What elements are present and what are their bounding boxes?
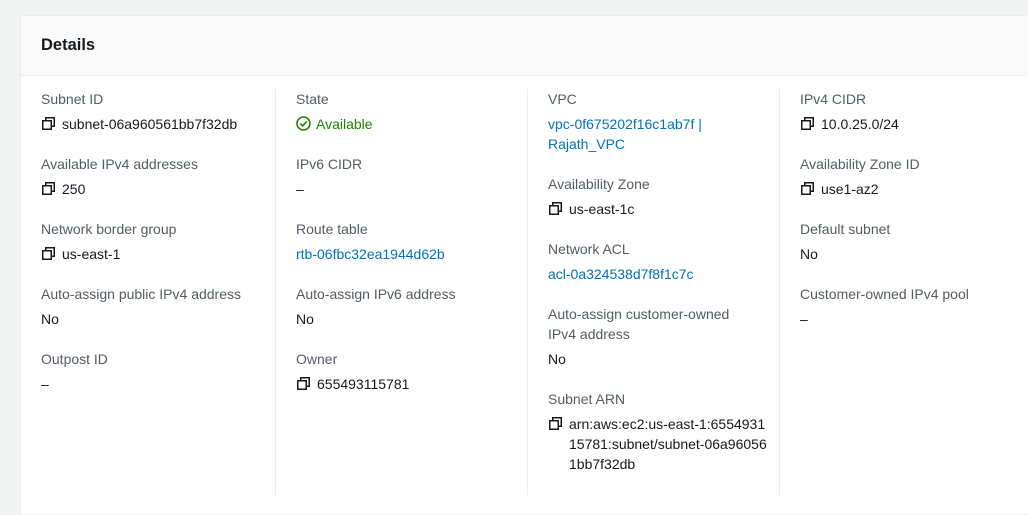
field-label: Availability Zone ID xyxy=(800,156,920,172)
field-value: No xyxy=(296,311,314,327)
field-value: – xyxy=(41,376,49,392)
field-value: subnet-06a960561bb7f32db xyxy=(41,114,271,134)
field-value: – xyxy=(800,311,808,327)
copy-icon[interactable] xyxy=(297,377,310,390)
network-acl-link[interactable]: acl-0a324538d7f8f1c7c xyxy=(548,264,778,284)
field-label: Default subnet xyxy=(800,221,891,237)
owner-value: 655493115781 xyxy=(317,376,410,392)
availability-zone-value: us-east-1c xyxy=(569,201,635,217)
details-column-4: IPv4 CIDR 10.0.25.0/24 Availability Zone… xyxy=(779,89,1010,495)
field-label: Availability Zone xyxy=(548,176,650,192)
field-value: No xyxy=(41,311,59,327)
field-availability-zone: Availability Zone us-east-1c xyxy=(548,174,778,219)
field-label: Auto-assign IPv6 address xyxy=(296,286,456,302)
field-customer-owned-ipv4-pool: Customer-owned IPv4 pool – xyxy=(800,284,1028,329)
field-label: State xyxy=(296,91,329,107)
field-label: Customer-owned IPv4 pool xyxy=(800,286,969,302)
field-label: Outpost ID xyxy=(41,351,108,367)
field-value: us-east-1c xyxy=(548,199,778,219)
availability-zone-id-value: use1-az2 xyxy=(821,181,879,197)
status-badge: Available xyxy=(296,114,526,134)
field-label: Route table xyxy=(296,221,368,237)
field-label: IPv6 CIDR xyxy=(296,156,363,172)
field-value: us-east-1 xyxy=(41,244,271,264)
field-label: Subnet ID xyxy=(41,91,104,107)
field-label: Owner xyxy=(296,351,338,367)
field-outpost-id: Outpost ID – xyxy=(41,349,271,394)
panel-title: Details xyxy=(41,36,96,54)
field-value: No xyxy=(548,351,566,367)
field-network-acl: Network ACL acl-0a324538d7f8f1c7c xyxy=(548,239,778,284)
field-state: State Available xyxy=(296,89,526,134)
state-value: Available xyxy=(316,116,373,132)
check-circle-icon xyxy=(296,116,311,131)
field-subnet-id: Subnet ID subnet-06a960561bb7f32db xyxy=(41,89,271,134)
field-route-table: Route table rtb-06fbc32ea1944d62b xyxy=(296,219,526,264)
copy-icon[interactable] xyxy=(549,417,562,430)
copy-icon[interactable] xyxy=(801,117,814,130)
details-column-2: State Available IPv6 CIDR – Route table … xyxy=(275,89,528,495)
field-value: 250 xyxy=(41,179,271,199)
field-value: use1-az2 xyxy=(800,179,1028,199)
field-owner: Owner 655493115781 xyxy=(296,349,526,394)
field-label: IPv4 CIDR xyxy=(800,91,867,107)
field-label: VPC xyxy=(548,91,577,107)
panel-header: Details xyxy=(21,16,1028,76)
copy-icon[interactable] xyxy=(801,182,814,195)
copy-icon[interactable] xyxy=(42,117,55,130)
field-default-subnet: Default subnet No xyxy=(800,219,1028,264)
ipv4-cidr-value: 10.0.25.0/24 xyxy=(821,116,899,132)
copy-icon[interactable] xyxy=(549,202,562,215)
field-label: Auto-assign customer-owned IPv4 address xyxy=(548,306,730,342)
network-border-group-value: us-east-1 xyxy=(62,246,121,262)
field-available-ipv4: Available IPv4 addresses 250 xyxy=(41,154,271,199)
details-column-3: VPC vpc-0f675202f16c1ab7f | Rajath_VPC A… xyxy=(527,89,780,495)
field-auto-assign-ipv6: Auto-assign IPv6 address No xyxy=(296,284,526,329)
vpc-link[interactable]: vpc-0f675202f16c1ab7f | Rajath_VPC xyxy=(548,114,728,154)
field-value: 10.0.25.0/24 xyxy=(800,114,1028,134)
copy-icon[interactable] xyxy=(42,182,55,195)
subnet-id-value: subnet-06a960561bb7f32db xyxy=(62,116,238,132)
field-value: arn:aws:ec2:us-east-1:655493115781:subne… xyxy=(548,414,768,474)
details-column-1: Subnet ID subnet-06a960561bb7f32db Avail… xyxy=(41,89,275,495)
field-label: Network border group xyxy=(41,221,177,237)
field-value: No xyxy=(800,246,818,262)
route-table-link[interactable]: rtb-06fbc32ea1944d62b xyxy=(296,244,526,264)
field-value: – xyxy=(296,181,304,197)
field-subnet-arn: Subnet ARN arn:aws:ec2:us-east-1:6554931… xyxy=(548,389,768,474)
field-auto-assign-public-ipv4: Auto-assign public IPv4 address No xyxy=(41,284,271,329)
available-ipv4-value: 250 xyxy=(62,181,86,197)
subnet-arn-value: arn:aws:ec2:us-east-1:655493115781:subne… xyxy=(569,416,767,472)
field-ipv6-cidr: IPv6 CIDR – xyxy=(296,154,526,199)
field-label: Auto-assign public IPv4 address xyxy=(41,286,241,302)
field-vpc: VPC vpc-0f675202f16c1ab7f | Rajath_VPC xyxy=(548,89,738,154)
field-label: Available IPv4 addresses xyxy=(41,156,198,172)
details-panel: Details Subnet ID subnet-06a960561bb7f32… xyxy=(20,15,1028,515)
field-network-border-group: Network border group us-east-1 xyxy=(41,219,271,264)
field-label: Network ACL xyxy=(548,241,630,257)
field-value: 655493115781 xyxy=(296,374,526,394)
field-ipv4-cidr: IPv4 CIDR 10.0.25.0/24 xyxy=(800,89,1028,134)
field-availability-zone-id: Availability Zone ID use1-az2 xyxy=(800,154,1028,199)
copy-icon[interactable] xyxy=(42,247,55,260)
field-auto-assign-customer-owned: Auto-assign customer-owned IPv4 address … xyxy=(548,304,748,369)
field-label: Subnet ARN xyxy=(548,391,626,407)
